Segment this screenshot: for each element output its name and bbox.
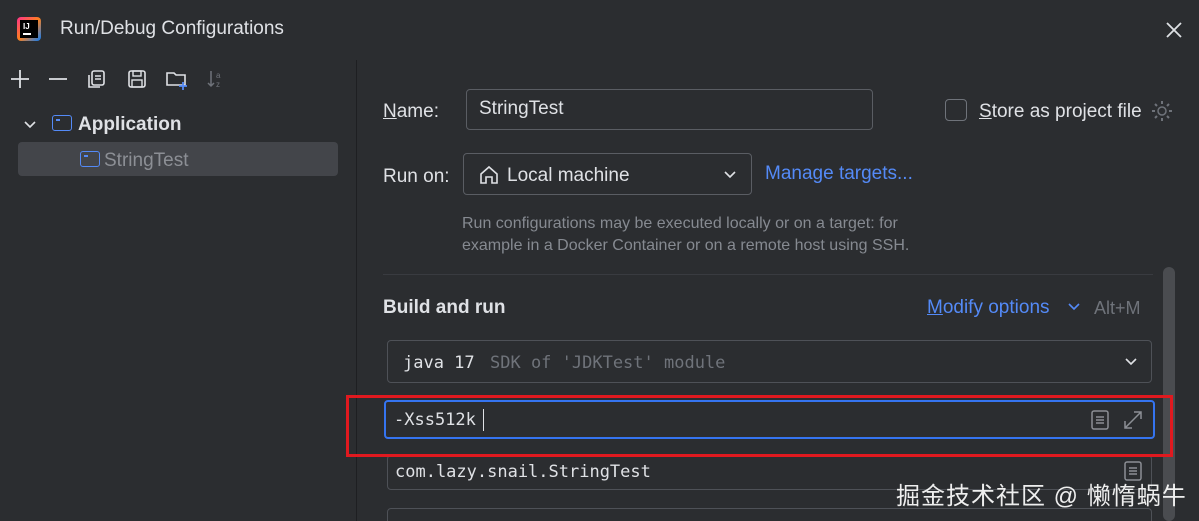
run-on-dropdown[interactable]: Local machine [463, 153, 752, 195]
chevron-down-icon[interactable] [22, 117, 38, 133]
divider [383, 274, 1153, 275]
copy-button[interactable] [86, 68, 108, 90]
run-on-value: Local machine [507, 165, 630, 186]
new-folder-button[interactable] [165, 68, 187, 90]
run-on-label: Run on: [383, 166, 450, 187]
name-input[interactable]: StringTest [466, 89, 873, 130]
close-icon [1166, 22, 1182, 38]
plus-icon [11, 70, 29, 88]
store-as-project-file-checkbox[interactable] [945, 99, 967, 121]
highlight-annotation [346, 395, 1173, 457]
copy-icon [88, 70, 105, 88]
build-and-run-title: Build and run [383, 297, 506, 318]
main-class-value: com.lazy.snail.StringTest [395, 462, 651, 482]
close-button[interactable] [1160, 16, 1188, 44]
jre-selector[interactable]: java 17 SDK of 'JDKTest' module [387, 340, 1152, 383]
configurations-panel: a z Application StringTest [0, 60, 357, 521]
run-on-hint-line2: example in a Docker Container or on a re… [462, 237, 910, 254]
save-icon [128, 70, 146, 88]
home-icon [480, 165, 498, 184]
sort-az-icon: a z [207, 71, 221, 89]
modify-options-shortcut: Alt+M [1094, 298, 1141, 318]
manage-targets-link[interactable]: Manage targets... [765, 163, 913, 185]
logo-text: IJ [20, 20, 38, 38]
store-as-project-file-label[interactable]: Store as project file [979, 101, 1142, 123]
remove-button[interactable] [47, 68, 69, 90]
minus-icon [49, 78, 67, 80]
tree-label-stringtest: StringTest [104, 150, 189, 171]
window-title: Run/Debug Configurations [60, 18, 284, 39]
svg-text:a: a [216, 71, 221, 80]
folder-add-icon [166, 72, 187, 90]
name-input-value: StringTest [479, 98, 564, 119]
gear-icon [1152, 101, 1172, 121]
run-on-hint-line1: Run configurations may be executed local… [462, 215, 898, 232]
intellij-logo-icon: IJ [17, 17, 41, 41]
chevron-down-icon [724, 171, 736, 179]
settings-gear-button[interactable] [1150, 99, 1174, 123]
tree-node-stringtest[interactable]: StringTest [18, 142, 338, 176]
svg-text:z: z [216, 80, 220, 89]
watermark: 掘金技术社区 @ 懒惰蜗牛 [896, 483, 1187, 510]
chevron-down-icon[interactable] [1067, 300, 1081, 314]
modify-options-link[interactable]: Modify options [927, 297, 1050, 319]
name-label: Name: [383, 101, 439, 122]
tree-node-application[interactable]: Application [0, 107, 357, 141]
application-config-icon [80, 151, 100, 167]
sort-button[interactable]: a z [205, 68, 227, 90]
add-button[interactable] [9, 68, 31, 90]
tree-label-application: Application [78, 114, 182, 135]
title-bar: IJ Run/Debug Configurations [0, 0, 1199, 60]
chevron-down-icon [1125, 358, 1137, 366]
application-config-icon [52, 115, 72, 131]
configurations-toolbar: a z [0, 60, 357, 98]
sdk-name: java 17 [403, 353, 475, 373]
save-button[interactable] [126, 68, 148, 90]
sdk-detail: SDK of 'JDKTest' module [490, 353, 726, 373]
